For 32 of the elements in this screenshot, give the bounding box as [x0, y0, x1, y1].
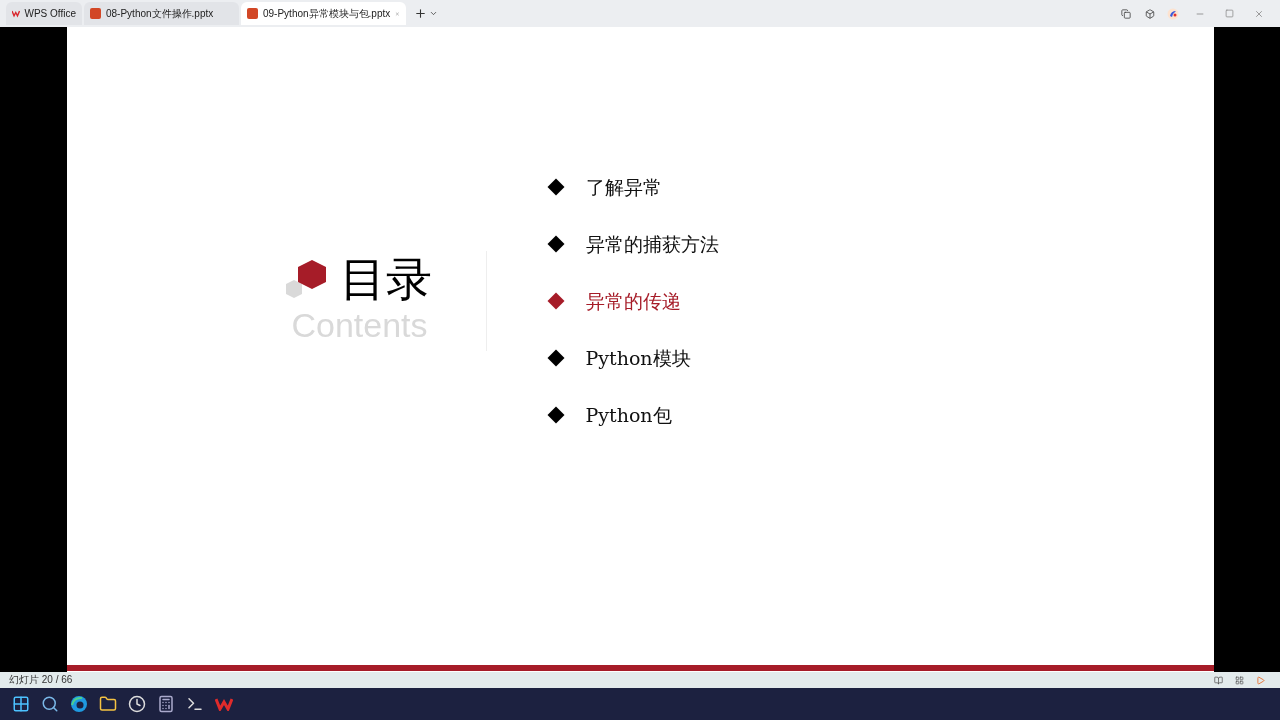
slide-title: 目录	[339, 256, 432, 302]
swirl-icon[interactable]	[1167, 7, 1179, 20]
contents-item: Python包	[585, 402, 672, 428]
contents-item: Python模块	[585, 345, 691, 371]
reading-view-icon[interactable]	[1214, 675, 1223, 685]
calculator-icon[interactable]	[157, 695, 175, 713]
close-icon[interactable]	[1254, 8, 1264, 19]
presentation-file-icon	[90, 8, 101, 19]
wps-logo-icon[interactable]	[215, 697, 233, 711]
tab-label: 09-Python异常模块与包.pptx	[263, 7, 391, 21]
browser-icon[interactable]	[70, 695, 88, 713]
wps-logo-icon	[12, 9, 20, 18]
tab-label: 08-Python文件操作.pptx	[106, 7, 215, 21]
clock-icon[interactable]	[128, 695, 146, 713]
new-tab-icon[interactable]	[414, 7, 427, 20]
presentation-file-icon	[247, 8, 258, 19]
document-tab[interactable]: 09-Python异常模块与包.pptx	[241, 2, 406, 25]
search-icon[interactable]	[41, 695, 59, 713]
document-tab[interactable]: WPS Office	[6, 2, 82, 25]
grid-view-icon[interactable]	[1235, 675, 1244, 685]
tab-label: WPS Office	[24, 7, 76, 21]
contents-item: 异常的捕获方法	[585, 231, 719, 257]
start-icon[interactable]	[12, 695, 30, 713]
cube-icon[interactable]	[1145, 8, 1155, 19]
window-icon[interactable]	[1121, 8, 1131, 19]
contents-item: 了解异常	[585, 174, 662, 200]
document-tab[interactable]: 08-Python文件操作.pptx	[84, 2, 239, 25]
contents-item: 异常的传递	[585, 288, 681, 314]
slide-counter: 幻灯片 20 / 66	[9, 675, 73, 685]
folder-icon[interactable]	[99, 695, 117, 713]
caret-icon[interactable]	[429, 9, 438, 18]
terminal-icon[interactable]	[186, 695, 204, 713]
